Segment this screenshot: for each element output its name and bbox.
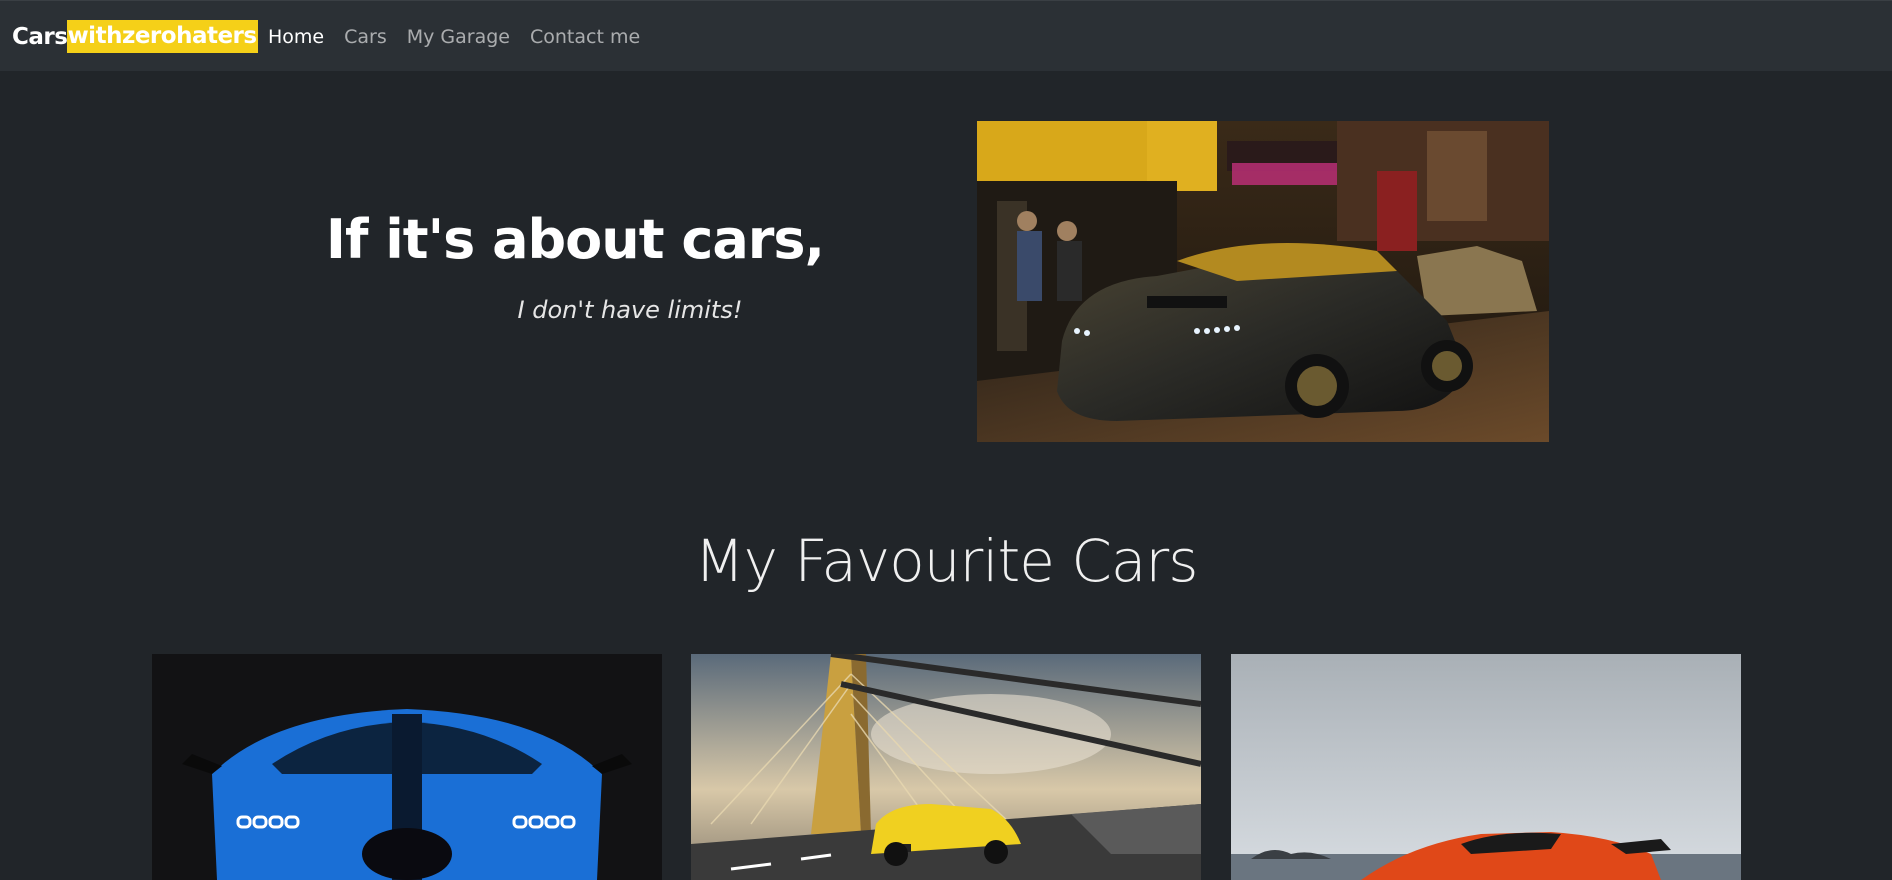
nav-link-my-garage[interactable]: My Garage [407,23,510,51]
favourite-car-image-yellow[interactable] [691,654,1201,880]
brand-logo[interactable]: Cars withzerohaters [12,20,258,53]
nav-link-contact[interactable]: Contact me [530,23,640,51]
hero-title: If it's about cars, [325,208,825,271]
favourites-heading: My Favourite Cars [694,527,1199,595]
favourite-car-image-blue[interactable] [152,654,662,880]
hero-subtitle: I don't have limits! [517,296,743,324]
favourite-car-image-orange[interactable] [1231,654,1741,880]
nav-link-home[interactable]: Home [268,23,324,51]
nav-link-cars[interactable]: Cars [344,23,387,51]
brand-text-highlight: withzerohaters [67,20,258,53]
hero-car-image [977,121,1549,442]
navbar: Cars withzerohaters Home Cars My Garage C… [0,0,1892,71]
brand-text-cars: Cars [12,23,68,50]
nav-links: Home Cars My Garage Contact me [268,23,660,51]
